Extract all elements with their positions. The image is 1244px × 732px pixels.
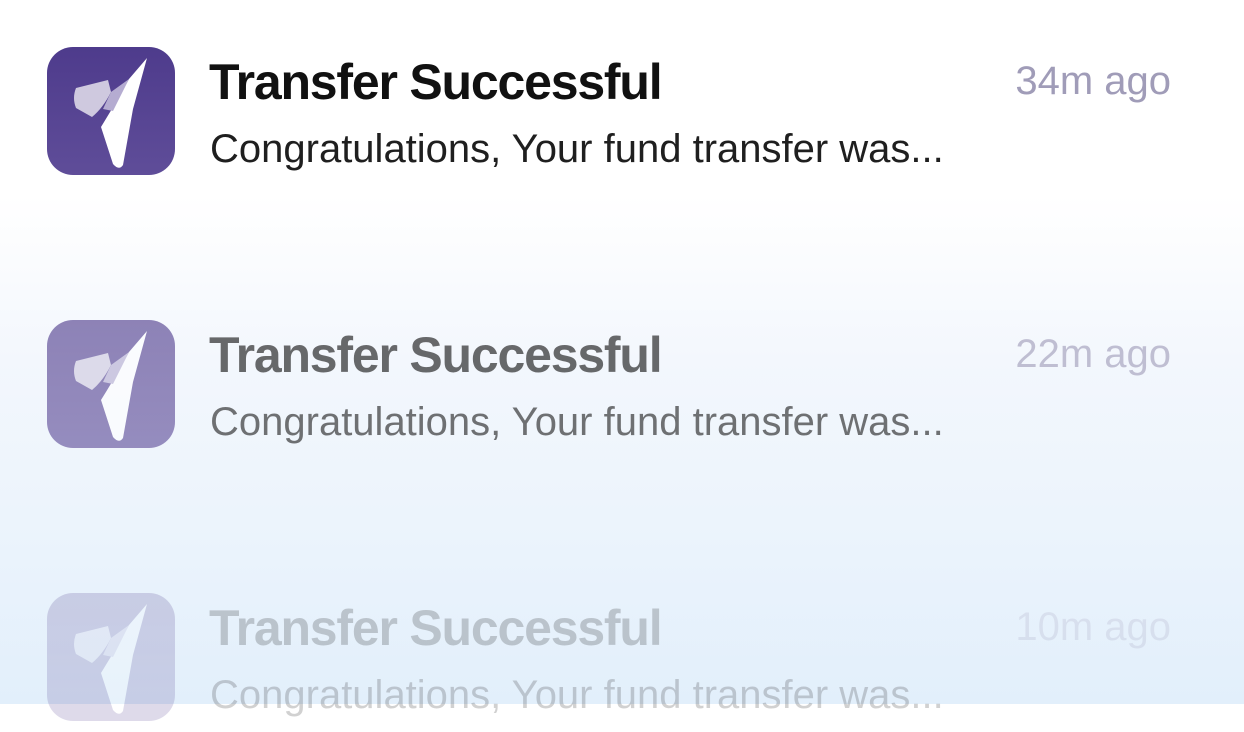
notification-item[interactable]: Transfer Successful 34m ago Congratulati… (0, 46, 1244, 186)
notification-message: Congratulations, Your fund transfer was.… (210, 127, 944, 171)
notification-item[interactable]: Transfer Successful 22m ago Congratulati… (0, 319, 1244, 459)
notification-time: 34m ago (1015, 59, 1171, 103)
notification-time: 10m ago (1015, 605, 1171, 649)
paper-plane-icon (74, 331, 147, 441)
notification-item[interactable]: Transfer Successful 10m ago Congratulati… (0, 592, 1244, 732)
app-icon (47, 47, 175, 175)
paper-plane-icon (74, 58, 147, 168)
notification-title: Transfer Successful (209, 54, 663, 110)
notification-message: Congratulations, Your fund transfer was.… (210, 673, 944, 717)
app-icon (47, 593, 175, 721)
notification-time: 22m ago (1015, 332, 1171, 376)
notification-title: Transfer Successful (209, 327, 663, 383)
notification-title: Transfer Successful (209, 600, 663, 656)
app-icon (47, 320, 175, 448)
notification-message: Congratulations, Your fund transfer was.… (210, 400, 944, 444)
paper-plane-icon (74, 604, 147, 714)
